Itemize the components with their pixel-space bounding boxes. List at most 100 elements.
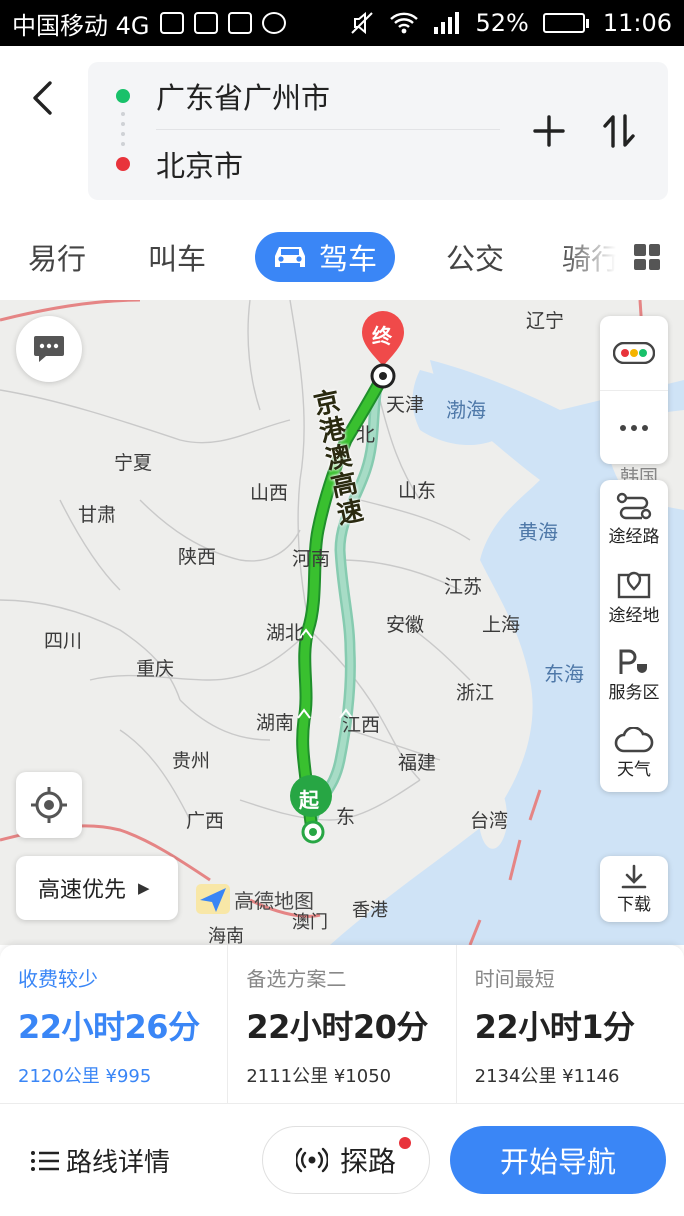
list-icon [31,1150,59,1171]
cloud-icon [614,726,654,752]
play-arrow-icon: ▶ [138,879,150,897]
destination-dot-icon [116,157,130,171]
tab-drive[interactable]: 驾车 [255,232,396,282]
plan-duration: 22小时20分 [246,1008,428,1046]
more-modes-grid-icon[interactable] [634,244,660,270]
map-label-guangxi: 广西 [186,810,225,832]
traffic-report-button[interactable] [16,316,82,382]
route-detail-button[interactable]: 路线详情 [30,1142,170,1179]
tab-label: 易行 [28,242,87,276]
notification-weather-icon [261,12,286,34]
waypoint-place-label: 途经地 [608,605,660,626]
tab-taxi[interactable]: 叫车 [148,232,206,282]
map-label-jiangsu: 江苏 [444,576,483,598]
route-plan-2[interactable]: 备选方案二 22小时20分 2111公里 ¥1050 [227,945,455,1103]
map-label-chongqing: 重庆 [136,658,175,680]
amap-logo: 高德地图 [196,884,314,914]
download-map-button[interactable]: 下载 [600,856,668,922]
map-label-jiangxi: 江西 [342,714,381,736]
plan-distance-toll: 2111公里 ¥1050 [246,1066,392,1087]
map-label-hebei: 北 [356,424,376,446]
waypoint-place-button[interactable]: 途经地 [600,558,668,636]
parking-cafe-icon [619,649,647,674]
plan-duration: 22小时26分 [18,1008,200,1046]
map-view[interactable]: 终 起 京港澳高速 辽宁 天津 渤海 北 韩国 宁夏 山西 山东 甘肃 黄海 陕… [0,300,684,945]
probe-route-label: 探路 [339,1145,396,1178]
end-marker-label: 终 [372,324,392,348]
plan-duration: 22小时1分 [474,1008,635,1046]
signal-icon [434,12,460,34]
map-label-sichuan: 四川 [44,630,83,652]
traffic-toggle-button[interactable] [600,316,668,390]
route-plan-3[interactable]: 时间最短 22小时1分 2134公里 ¥1146 [455,945,684,1103]
route-plan-1[interactable]: 收费较少 22小时26分 2120公里 ¥995 [0,945,227,1103]
weather-button[interactable]: 天气 [600,714,668,792]
tab-label: 驾车 [319,242,378,276]
map-label-shandong: 山东 [398,480,437,502]
map-label-shaanxi: 陕西 [178,546,217,568]
service-area-button[interactable]: 服务区 [600,636,668,714]
plan-distance-toll: 2120公里 ¥995 [18,1066,152,1087]
tab-label: 公交 [446,242,505,276]
map-label-guizhou: 贵州 [172,750,211,772]
map-label-tianjin: 天津 [386,394,425,416]
map-label-shanxi: 山西 [250,482,289,504]
route-input-box: 广东省广州市 北京市 [88,62,668,200]
origin-text: 广东省广州市 [156,80,331,115]
map-label-hunan: 湖南 [256,712,295,734]
swap-route-button[interactable] [594,106,644,156]
notification-image-icon [227,12,252,34]
traffic-light-icon [613,342,655,364]
probe-route-button[interactable]: 探路 [262,1126,430,1194]
notification-wallet-icon [193,12,218,34]
start-navigation-label: 开始导航 [499,1145,616,1179]
tab-bus[interactable]: 公交 [446,232,504,282]
plan-tag: 收费较少 [18,967,98,991]
map-label-bohai: 渤海 [446,398,486,422]
map-label-anhui: 安徽 [386,614,425,636]
car-icon [275,247,305,267]
clock: 11:06 [602,9,672,37]
weather-label: 天气 [617,759,651,780]
route-preference-button[interactable]: 高速优先 ▶ [16,856,178,920]
back-button[interactable] [22,76,62,120]
amap-logo-text: 高德地图 [234,888,314,913]
add-waypoint-button[interactable] [524,106,574,156]
map-label-zhejiang: 浙江 [456,682,495,704]
map-label-hubei: 湖北 [266,622,305,644]
map-label-hongkong: 香港 [352,900,388,921]
tab-label: 叫车 [148,242,207,276]
notification-badge [399,1137,411,1149]
battery-percent: 52% [475,9,529,37]
map-label-guangdong: 东 [336,806,356,828]
origin-dot-icon [116,88,130,103]
carrier-label: 中国移动 4G [12,11,150,40]
locate-icon [31,787,67,823]
map-label-huanghai: 黄海 [518,520,558,544]
destination-field[interactable]: 北京市 [88,130,518,198]
swap-icon [603,114,635,148]
map-label-taiwan: 台湾 [470,810,509,832]
back-arrow-icon [33,81,52,115]
my-location-button[interactable] [16,772,82,838]
battery-icon [542,13,589,33]
map-label-gansu: 甘肃 [78,504,117,526]
start-navigation-button[interactable]: 开始导航 [450,1126,666,1194]
waypoint-road-icon [616,492,652,519]
wifi-icon [390,12,419,34]
origin-field[interactable]: 广东省广州市 [116,62,500,130]
start-marker-label: 起 [299,788,319,812]
tab-easy-travel[interactable]: 易行 [28,232,86,282]
amap-logo-icon [196,884,230,914]
map-label-liaoning: 辽宁 [526,310,565,332]
map-label-ningxia: 宁夏 [114,452,153,474]
more-dots-icon [620,424,648,431]
chat-bubble-icon [34,336,64,362]
map-label-fujian: 福建 [398,752,437,774]
more-options-button[interactable] [600,390,668,464]
service-area-label: 服务区 [608,682,660,703]
plan-tag: 时间最短 [474,967,555,991]
waypoint-road-label: 途经路 [608,526,660,547]
waypoint-road-button[interactable]: 途经路 [600,480,668,558]
plan-tag: 备选方案二 [246,967,347,991]
